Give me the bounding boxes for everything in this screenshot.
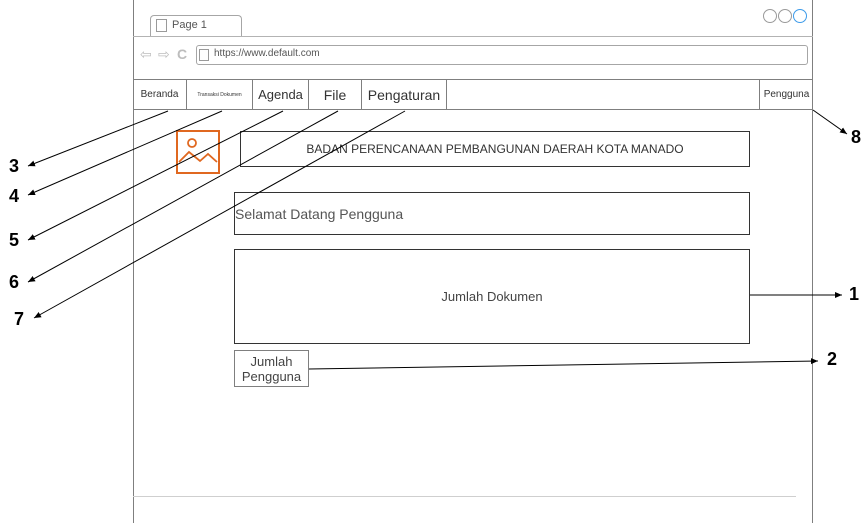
arrow-8 [812,109,848,135]
callout-4: 4 [9,186,20,206]
arrow-5 [27,110,284,241]
callout-7: 7 [14,309,25,329]
callout-arrows [27,109,848,370]
callout-3: 3 [9,156,20,176]
callout-5: 5 [9,230,20,250]
arrow-2 [308,358,819,370]
callout-1: 1 [849,284,860,304]
arrow-6 [27,110,339,283]
arrow-3 [27,110,169,167]
callout-6: 6 [9,272,20,292]
callout-2: 2 [827,349,838,369]
callout-8: 8 [851,127,862,147]
arrow-4 [27,110,223,196]
